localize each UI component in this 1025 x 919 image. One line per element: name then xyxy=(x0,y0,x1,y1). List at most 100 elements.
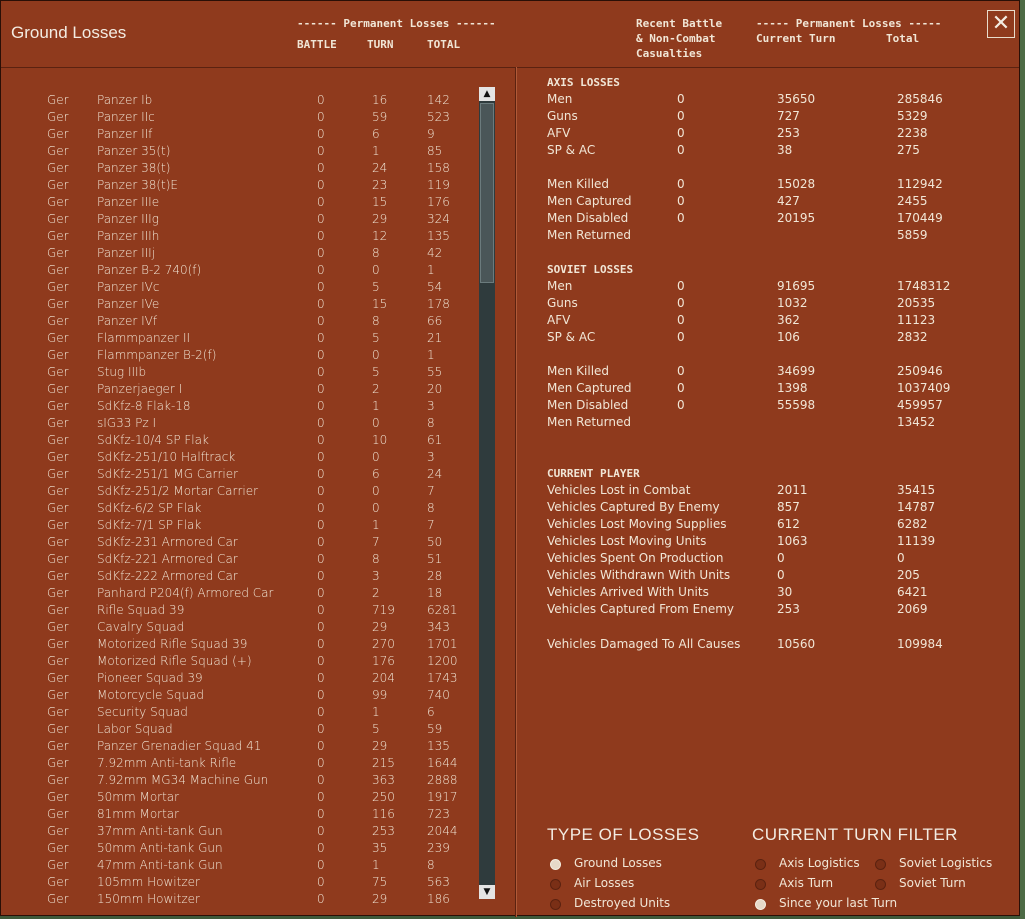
radio-button[interactable] xyxy=(755,859,766,870)
scroll-up-button[interactable]: ▲ xyxy=(479,87,495,101)
row-total: 142 xyxy=(427,93,450,107)
row-turn: 10 xyxy=(372,433,388,447)
table-row[interactable]: Ger SdKfz-231 Armored Car 0 7 50 xyxy=(1,535,477,552)
table-row[interactable]: Ger Panzer IIIj 0 8 42 xyxy=(1,246,477,263)
table-row[interactable]: Ger Cavalry Squad 0 29 343 xyxy=(1,620,477,637)
close-button[interactable]: ✕ xyxy=(987,10,1015,38)
row-battle: 0 xyxy=(317,654,325,668)
table-row[interactable]: Ger SdKfz-10/4 SP Flak 0 10 61 xyxy=(1,433,477,450)
row-recent: 0 xyxy=(677,177,685,191)
table-row[interactable]: Ger Flammpanzer B-2(f) 0 0 1 xyxy=(1,348,477,365)
row-total: 20 xyxy=(427,382,443,396)
row-battle: 0 xyxy=(317,756,325,770)
scrollbar[interactable]: ▲ ▼ xyxy=(479,87,495,899)
table-row[interactable]: Ger Panzer 38(t) 0 24 158 xyxy=(1,161,477,178)
row-turn: 59 xyxy=(372,110,388,124)
row-turn: 29 xyxy=(372,620,388,634)
row-nationality: Ger xyxy=(47,178,69,192)
table-row[interactable]: Ger Panzer IIIe 0 15 176 xyxy=(1,195,477,212)
scroll-down-button[interactable]: ▼ xyxy=(479,885,495,899)
table-row[interactable]: Ger Flammpanzer II 0 5 21 xyxy=(1,331,477,348)
row-turn: 29 xyxy=(372,892,388,906)
row-turn: 0 xyxy=(372,501,380,515)
table-row[interactable]: Ger Panzer IVc 0 5 54 xyxy=(1,280,477,297)
table-row[interactable]: Ger Panzer 38(t)E 0 23 119 xyxy=(1,178,477,195)
table-row[interactable]: Ger Panzer Ib 0 16 142 xyxy=(1,93,477,110)
radio-button[interactable] xyxy=(755,899,766,910)
table-row[interactable]: Ger SdKfz-8 Flak-18 0 1 3 xyxy=(1,399,477,416)
table-row[interactable]: Ger Labor Squad 0 5 59 xyxy=(1,722,477,739)
row-unit-name: Panzer 35(t) xyxy=(97,144,171,158)
table-row[interactable]: Ger 105mm Howitzer 0 75 563 xyxy=(1,875,477,892)
table-row[interactable]: Ger Panzer IVf 0 8 66 xyxy=(1,314,477,331)
table-row[interactable]: Ger Motorcycle Squad 0 99 740 xyxy=(1,688,477,705)
table-row[interactable]: Ger 7.92mm Anti-tank Rifle 0 215 1644 xyxy=(1,756,477,773)
table-row[interactable]: Ger Panzer IIc 0 59 523 xyxy=(1,110,477,127)
table-row[interactable]: Ger SdKfz-7/1 SP Flak 0 1 7 xyxy=(1,518,477,535)
table-row[interactable]: Ger SdKfz-251/10 Halftrack 0 0 3 xyxy=(1,450,477,467)
row-label: Vehicles Damaged To All Causes xyxy=(547,637,741,651)
casualties-header: Casualties xyxy=(636,47,703,60)
table-row[interactable]: Ger Security Squad 0 1 6 xyxy=(1,705,477,722)
radio-option[interactable]: Axis Logistics xyxy=(755,856,865,873)
row-total: 61 xyxy=(427,433,443,447)
row-unit-name: SdKfz-222 Armored Car xyxy=(97,569,238,583)
radio-option[interactable]: Since your last Turn xyxy=(755,896,897,913)
table-row[interactable]: Ger Motorized Rifle Squad 39 0 270 1701 xyxy=(1,637,477,654)
row-battle: 0 xyxy=(317,569,325,583)
table-row[interactable]: Ger Panzer 35(t) 0 1 85 xyxy=(1,144,477,161)
table-row[interactable]: Ger Panzer IIIh 0 12 135 xyxy=(1,229,477,246)
table-row[interactable]: Ger Panzer B-2 740(f) 0 0 1 xyxy=(1,263,477,280)
scroll-thumb[interactable] xyxy=(480,103,494,283)
table-row[interactable]: Ger Panzer IIf 0 6 9 xyxy=(1,127,477,144)
table-row[interactable]: Ger SdKfz-6/2 SP Flak 0 0 8 xyxy=(1,501,477,518)
table-row[interactable]: Ger Pioneer Squad 39 0 204 1743 xyxy=(1,671,477,688)
row-recent: 0 xyxy=(677,398,685,412)
row-battle: 0 xyxy=(317,892,325,906)
table-row[interactable]: Ger SdKfz-221 Armored Car 0 8 51 xyxy=(1,552,477,569)
table-row[interactable]: Ger Panzerjaeger I 0 2 20 xyxy=(1,382,477,399)
row-total: 7 xyxy=(427,518,435,532)
radio-button[interactable] xyxy=(550,879,561,890)
table-row[interactable]: Ger Panzer IVe 0 15 178 xyxy=(1,297,477,314)
table-row[interactable]: Ger 81mm Mortar 0 116 723 xyxy=(1,807,477,824)
row-unit-name: Panzer Ib xyxy=(97,93,153,107)
table-row[interactable]: Ger 150mm Howitzer 0 29 186 xyxy=(1,892,477,909)
row-battle: 0 xyxy=(317,501,325,515)
table-row[interactable]: Ger Panhard P204(f) Armored Car 0 2 18 xyxy=(1,586,477,603)
row-nationality: Ger xyxy=(47,246,69,260)
table-row[interactable]: Ger 37mm Anti-tank Gun 0 253 2044 xyxy=(1,824,477,841)
table-row[interactable]: Ger sIG33 Pz I 0 0 8 xyxy=(1,416,477,433)
radio-button[interactable] xyxy=(550,899,561,910)
table-row[interactable]: Ger 7.92mm MG34 Machine Gun 0 363 2888 xyxy=(1,773,477,790)
table-row[interactable]: Ger Panzer IIIg 0 29 324 xyxy=(1,212,477,229)
radio-button[interactable] xyxy=(550,859,561,870)
table-row[interactable]: Ger Rifle Squad 39 0 719 6281 xyxy=(1,603,477,620)
table-row[interactable]: Ger 47mm Anti-tank Gun 0 1 8 xyxy=(1,858,477,875)
radio-button[interactable] xyxy=(875,859,886,870)
table-row[interactable]: Ger SdKfz-251/1 MG Carrier 0 6 24 xyxy=(1,467,477,484)
row-unit-name: Pioneer Squad 39 xyxy=(97,671,203,685)
radio-option[interactable]: Ground Losses xyxy=(550,856,662,873)
table-row[interactable]: Ger Motorized Rifle Squad (+) 0 176 1200 xyxy=(1,654,477,671)
radio-option[interactable]: Soviet Turn xyxy=(875,876,985,893)
table-row[interactable]: Ger 50mm Anti-tank Gun 0 35 239 xyxy=(1,841,477,858)
table-row[interactable]: Ger SdKfz-222 Armored Car 0 3 28 xyxy=(1,569,477,586)
table-row[interactable]: Ger Panzer Grenadier Squad 41 0 29 135 xyxy=(1,739,477,756)
row-current-turn: 727 xyxy=(777,109,800,123)
type-of-losses-heading: TYPE OF LOSSES xyxy=(547,825,700,844)
radio-option[interactable]: Air Losses xyxy=(550,876,660,893)
row-battle: 0 xyxy=(317,620,325,634)
radio-option[interactable]: Destroyed Units xyxy=(550,896,670,913)
table-row[interactable]: Ger 50mm Mortar 0 250 1917 xyxy=(1,790,477,807)
radio-button[interactable] xyxy=(875,879,886,890)
table-row[interactable]: Ger Stug IIIb 0 5 55 xyxy=(1,365,477,382)
row-label: Vehicles Lost in Combat xyxy=(547,483,691,497)
radio-option[interactable]: Soviet Logistics xyxy=(875,856,992,873)
table-row[interactable]: Ger SdKfz-251/2 Mortar Carrier 0 0 7 xyxy=(1,484,477,501)
row-unit-name: Flammpanzer II xyxy=(97,331,191,345)
radio-option[interactable]: Axis Turn xyxy=(755,876,865,893)
radio-button[interactable] xyxy=(755,879,766,890)
current-turn-filter-heading: CURRENT TURN FILTER xyxy=(752,825,958,844)
row-total: 109984 xyxy=(897,637,943,651)
